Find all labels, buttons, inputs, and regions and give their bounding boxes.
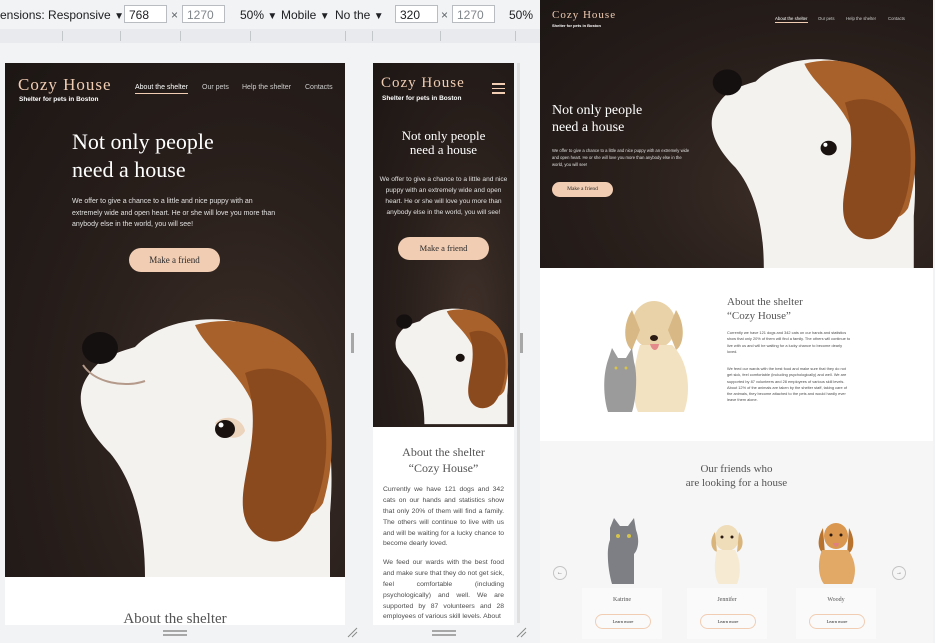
resize-grip-icon-mobile[interactable]	[516, 627, 527, 638]
device-type-dropdown[interactable]: Mobile ▼	[281, 8, 330, 22]
throttle-dropdown[interactable]: No the ▼	[335, 8, 384, 22]
zoom-dropdown[interactable]: 50% ▼	[240, 8, 277, 22]
mobile-viewport: Cozy House Shelter for pets in Boston No…	[373, 63, 514, 625]
about-text-1-mobile: Currently we have 121 dogs and 342 cats …	[383, 486, 504, 548]
pet-photo-katrine	[582, 510, 662, 588]
resize-handle-bottom-mobile-2[interactable]	[432, 634, 456, 636]
logo[interactable]: Cozy House	[18, 75, 112, 95]
pet-card-jennifer[interactable]: Jennifer Learn more	[687, 510, 767, 639]
logo-desktop[interactable]: Cozy House	[552, 9, 616, 21]
burger-menu-icon[interactable]	[492, 83, 505, 94]
learn-more-katrine[interactable]: Learn more	[595, 614, 651, 629]
pet-name-jennifer: Jennifer	[717, 597, 737, 603]
dog-photo-icon	[818, 523, 855, 584]
friends-section: Our friends who are looking for a house ←…	[540, 441, 933, 643]
make-friend-button[interactable]: Make a friend	[129, 248, 220, 272]
about-text-2-desktop: We feed our wards with the best food and…	[727, 366, 847, 403]
make-friend-button-mobile[interactable]: Make a friend	[398, 237, 489, 260]
pet-photo-jennifer	[687, 510, 767, 588]
pet-card-woody[interactable]: Woody Learn more	[796, 510, 876, 639]
nav-our-pets[interactable]: Our pets	[202, 84, 229, 91]
logo-subtitle-mobile: Shelter for pets in Boston	[382, 95, 462, 102]
logo-subtitle-desktop: Shelter for pets in Boston	[552, 23, 601, 28]
about-heading-desktop: About the shelter “Cozy House”	[727, 296, 803, 322]
resize-handle-right[interactable]	[351, 333, 354, 353]
pet-card-katrine[interactable]: Katrine Learn more	[582, 510, 662, 639]
resize-handle-bottom-2[interactable]	[163, 634, 187, 636]
friends-heading: Our friends who are looking for a house	[685, 463, 788, 489]
hero-text-desktop: We offer to give a chance to a little an…	[552, 148, 690, 167]
height-input[interactable]: 1270	[182, 5, 225, 23]
resize-handle-bottom[interactable]	[163, 630, 187, 632]
times-sign: ×	[171, 8, 179, 22]
puppy-photo-icon	[711, 525, 743, 584]
nav-contacts-desktop[interactable]: Contacts	[888, 16, 905, 21]
pet-name-woody: Woody	[827, 597, 845, 603]
resize-handle-right-mobile[interactable]	[520, 333, 523, 353]
hero-title: Not only people need a house	[72, 129, 214, 182]
nav-help-desktop[interactable]: Help the shelter	[846, 16, 876, 21]
zoom-dropdown-2[interactable]: 50%	[509, 8, 533, 22]
devtools-device-toolbar: ensions: Responsive ▼ 768 × 1270 50% ▼ M…	[0, 0, 540, 29]
pet-name-katrine: Katrine	[613, 597, 631, 603]
arrow-right-button[interactable]: →	[892, 566, 906, 580]
about-text-1-desktop: Currently we have 121 dogs and 342 cats …	[727, 330, 851, 354]
puppy-image-desktop	[711, 59, 916, 268]
hero-text-mobile: We offer to give a chance to a little an…	[379, 176, 508, 216]
about-heading-mobile: About the shelter “Cozy House”	[402, 445, 485, 475]
hero-section-mobile: Cozy House Shelter for pets in Boston No…	[373, 63, 514, 427]
make-friend-button-desktop[interactable]: Make a friend	[552, 182, 613, 197]
height-input-2[interactable]: 1270	[452, 5, 495, 23]
cat-and-dog-image	[604, 301, 688, 412]
width-input-2[interactable]: 320	[395, 5, 438, 23]
about-heading-cut: About the shelter	[123, 611, 227, 625]
puppy-image	[80, 319, 332, 577]
nav-about[interactable]: About the shelter	[135, 84, 188, 94]
width-input[interactable]: 768	[124, 5, 167, 23]
dimensions-dropdown[interactable]: ensions: Responsive ▼	[0, 8, 124, 22]
logo-mobile[interactable]: Cozy House	[381, 75, 465, 92]
hero-section: Cozy House Shelter for pets in Boston Ab…	[5, 63, 345, 577]
resize-grip-icon[interactable]	[347, 627, 358, 638]
hero-title-mobile: Not only people need a house	[401, 128, 486, 158]
tablet-viewport: Cozy House Shelter for pets in Boston Ab…	[5, 63, 345, 625]
hero-section-desktop: Cozy House Shelter for pets in Boston Ab…	[540, 0, 933, 268]
arrow-left-button[interactable]: ←	[553, 566, 567, 580]
cat-photo-icon	[607, 518, 639, 584]
nav-help[interactable]: Help the shelter	[242, 84, 291, 91]
logo-subtitle: Shelter for pets in Boston	[19, 96, 99, 103]
pet-photo-woody	[796, 510, 876, 588]
learn-more-jennifer[interactable]: Learn more	[700, 614, 756, 629]
nav-our-pets-desktop[interactable]: Our pets	[818, 16, 834, 21]
media-query-bar	[0, 29, 540, 43]
about-text-2-mobile: We feed our wards with the best food and…	[383, 559, 504, 621]
hero-title-desktop: Not only people need a house	[552, 103, 643, 135]
puppy-image-mobile	[395, 308, 509, 425]
desktop-page: Cozy House Shelter for pets in Boston Ab…	[540, 0, 933, 643]
times-sign-2: ×	[441, 8, 449, 22]
resize-handle-bottom-mobile[interactable]	[432, 630, 456, 632]
nav-about-desktop[interactable]: About the shelter	[775, 16, 808, 23]
nav-contacts[interactable]: Contacts	[305, 84, 333, 91]
learn-more-woody[interactable]: Learn more	[809, 614, 865, 629]
hero-text: We offer to give a chance to a little an…	[72, 198, 276, 229]
